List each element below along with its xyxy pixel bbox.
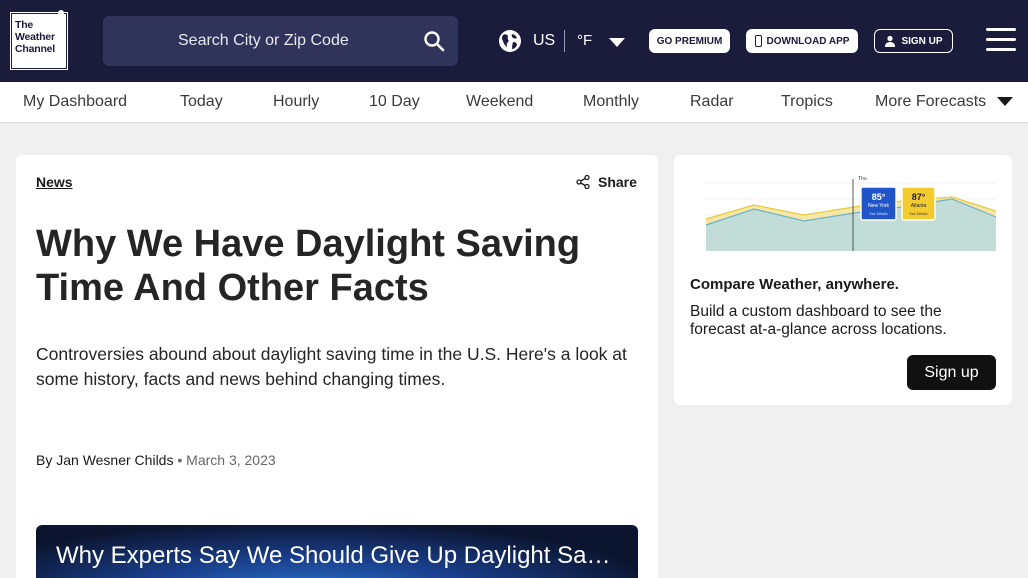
chevron-down-icon[interactable] <box>609 38 625 47</box>
phone-icon <box>754 35 762 47</box>
nav-item-my-dashboard[interactable]: My Dashboard <box>23 93 127 111</box>
section-link[interactable]: News <box>36 174 73 190</box>
dashboard-preview-graphic: Thu 85° New York See Details 87° Atlanta… <box>704 176 996 251</box>
nav-item-more-forecasts[interactable]: More Forecasts <box>875 93 986 111</box>
share-icon <box>576 175 590 189</box>
nav-item-hourly[interactable]: Hourly <box>273 93 319 111</box>
logo-text: The Weather Channel <box>15 19 56 55</box>
article-headline: Why We Have Daylight Saving Time And Oth… <box>36 223 581 309</box>
article-subhead: Controversies abound about daylight savi… <box>36 344 627 389</box>
share-label: Share <box>598 174 637 190</box>
article-byline: By Jan Wesner Childs • March 3, 2023 <box>36 452 276 468</box>
share-button[interactable]: Share <box>576 174 637 190</box>
svg-text:See Details: See Details <box>869 212 888 216</box>
forecast-nav: My Dashboard Today Hourly 10 Day Weekend… <box>0 82 1028 123</box>
svg-text:See Details: See Details <box>909 212 928 216</box>
site-header: The Weather Channel Search City or Zip C… <box>0 0 1028 82</box>
weather-channel-logo[interactable]: The Weather Channel <box>10 12 68 70</box>
logo-trademark-dot <box>58 10 64 16</box>
temperature-unit-selector[interactable]: °F <box>577 32 592 49</box>
promo-description: Build a custom dashboard to see the fore… <box>690 303 947 338</box>
header-divider <box>564 30 565 52</box>
download-app-label: DOWNLOAD APP <box>766 35 850 47</box>
globe-icon[interactable] <box>498 29 522 53</box>
chevron-down-icon[interactable] <box>997 97 1013 106</box>
sign-up-label: SIGN UP <box>901 35 943 47</box>
nav-item-weekend[interactable]: Weekend <box>466 93 533 111</box>
graph-day-label: Thu <box>858 176 867 182</box>
publish-date: March 3, 2023 <box>186 452 276 468</box>
promo-title: Compare Weather, anywhere. <box>690 276 899 293</box>
search-input[interactable]: Search City or Zip Code <box>178 32 349 50</box>
svg-text:Atlanta: Atlanta <box>911 203 927 209</box>
nav-item-tropics[interactable]: Tropics <box>781 93 833 111</box>
article-card: News Share Why We Have Daylight Saving T… <box>16 155 658 578</box>
go-premium-button[interactable]: GO PREMIUM <box>649 29 730 53</box>
nav-item-10-day[interactable]: 10 Day <box>369 93 420 111</box>
nav-item-monthly[interactable]: Monthly <box>583 93 639 111</box>
search-icon[interactable] <box>423 30 445 52</box>
download-app-button[interactable]: DOWNLOAD APP <box>746 29 858 53</box>
nav-item-today[interactable]: Today <box>180 93 223 111</box>
menu-icon[interactable] <box>986 28 1016 54</box>
promo-sign-up-button[interactable]: Sign up <box>907 355 996 390</box>
svg-text:87°: 87° <box>912 192 926 202</box>
svg-text:85°: 85° <box>872 192 886 202</box>
country-selector[interactable]: US <box>533 32 555 50</box>
promo-sign-up-label: Sign up <box>924 363 979 381</box>
compare-weather-promo: Thu 85° New York See Details 87° Atlanta… <box>674 155 1012 405</box>
sign-up-button[interactable]: SIGN UP <box>874 29 953 53</box>
user-icon <box>885 35 896 47</box>
go-premium-label: GO PREMIUM <box>656 35 723 47</box>
video-player[interactable]: Why Experts Say We Should Give Up Daylig… <box>36 525 638 578</box>
svg-text:New York: New York <box>868 203 890 209</box>
video-title: Why Experts Say We Should Give Up Daylig… <box>56 542 621 569</box>
search-bar[interactable]: Search City or Zip Code <box>103 16 458 66</box>
nav-item-radar[interactable]: Radar <box>690 93 734 111</box>
author-name[interactable]: By Jan Wesner Childs <box>36 452 173 468</box>
